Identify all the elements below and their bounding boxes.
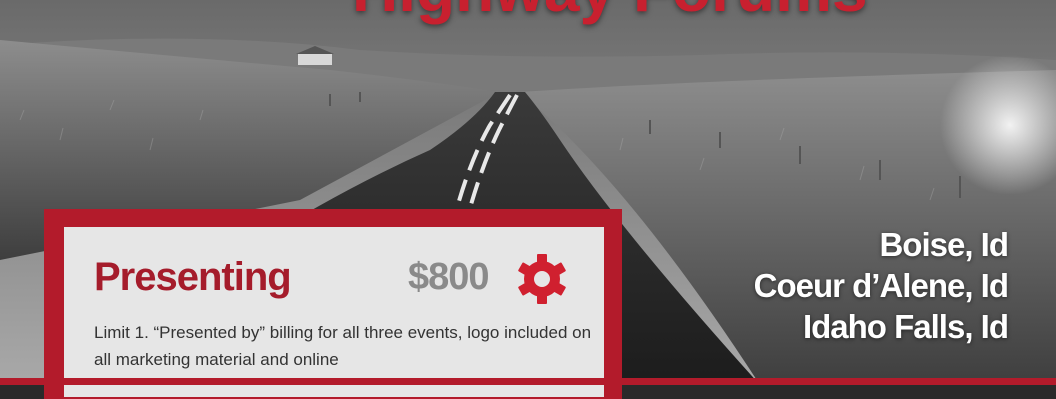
- gear-icon: [516, 253, 568, 305]
- city-idaho-falls: Idaho Falls, Id: [802, 308, 1009, 345]
- banner-title: Highway Forums: [352, 0, 1032, 24]
- city-boise: Boise, Id: [879, 226, 1009, 263]
- sponsorship-card: Presenting $800 Limit 1. “Presented by” …: [64, 227, 604, 397]
- tier-price: $800: [408, 256, 490, 298]
- bottom-accent-bar: [0, 378, 1056, 385]
- city-coeur-dalene: Coeur d’Alene, Id: [753, 267, 1009, 304]
- tier-description: Limit 1. “Presented by” billing for all …: [94, 323, 592, 369]
- city-list: Boise, Id Coeur d’Alene, Id Idaho Falls,…: [668, 224, 1009, 347]
- tier-name: Presenting: [94, 255, 292, 299]
